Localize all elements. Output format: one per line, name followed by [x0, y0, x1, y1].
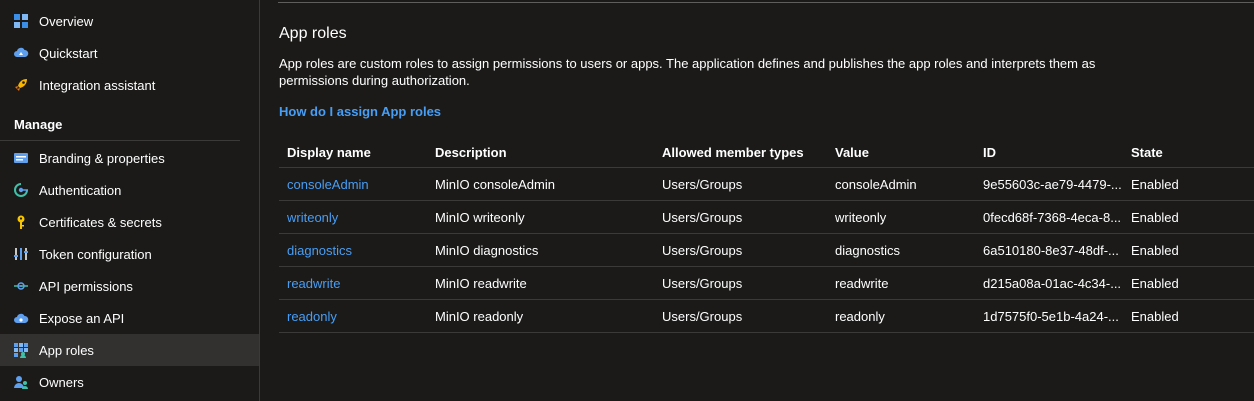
role-state: Enabled: [1131, 176, 1179, 192]
column-header-value[interactable]: Value: [835, 138, 975, 167]
sidebar-item-quickstart[interactable]: Quickstart: [0, 37, 259, 69]
column-header-display-name[interactable]: Display name: [287, 138, 427, 167]
sidebar-nav: Overview Quickstart Integration assistan…: [0, 0, 259, 401]
role-description: MinIO consoleAdmin: [435, 176, 555, 192]
key-icon: [13, 214, 29, 230]
role-value: writeonly: [835, 209, 887, 225]
sidebar-item-label: Quickstart: [39, 45, 98, 61]
sidebar-item-label: Authentication: [39, 182, 122, 198]
role-value: readonly: [835, 308, 885, 324]
owners-icon: [13, 374, 29, 390]
header-divider: [278, 2, 1254, 3]
role-display-name-link[interactable]: diagnostics: [287, 234, 427, 266]
role-description: MinIO diagnostics: [435, 242, 539, 258]
role-value: consoleAdmin: [835, 176, 917, 192]
column-header-id[interactable]: ID: [983, 138, 1123, 167]
sidebar-divider: [259, 0, 260, 401]
role-member-types: Users/Groups: [662, 308, 743, 324]
sidebar-item-certificates-secrets[interactable]: Certificates & secrets: [0, 206, 259, 238]
sidebar-item-api-permissions[interactable]: API permissions: [0, 270, 259, 302]
help-link-assign-app-roles[interactable]: How do I assign App roles: [279, 104, 441, 119]
role-id: 0fecd68f-7368-4eca-8...: [983, 209, 1122, 225]
role-description: MinIO readwrite: [435, 275, 527, 291]
sidebar-item-branding[interactable]: Branding & properties: [0, 142, 259, 174]
role-state: Enabled: [1131, 308, 1179, 324]
role-description: MinIO writeonly: [435, 209, 525, 225]
page-title: App roles: [279, 25, 347, 42]
role-id: 6a510180-8e37-48df-...: [983, 242, 1119, 258]
sidebar-section-divider: [0, 140, 240, 141]
column-header-description[interactable]: Description: [435, 138, 655, 167]
sidebar-item-token-configuration[interactable]: Token configuration: [0, 238, 259, 270]
role-value: diagnostics: [835, 242, 901, 258]
cloud-api-icon: [13, 310, 29, 326]
overview-grid-icon: [13, 13, 29, 29]
sidebar-item-label: Branding & properties: [39, 150, 165, 166]
column-header-state[interactable]: State: [1131, 138, 1251, 167]
rocket-icon: [13, 77, 29, 93]
role-display-name-link[interactable]: readonly: [287, 300, 427, 332]
role-value: readwrite: [835, 275, 889, 291]
role-member-types: Users/Groups: [662, 275, 743, 291]
branding-icon: [13, 150, 29, 166]
role-display-name-link[interactable]: consoleAdmin: [287, 168, 427, 200]
authentication-icon: [13, 182, 29, 198]
sidebar-item-label: Token configuration: [39, 246, 152, 262]
sidebar-item-label: Expose an API: [39, 310, 125, 326]
sidebar-item-label: Certificates & secrets: [39, 214, 162, 230]
table-row[interactable]: readwrite MinIO readwrite Users/Groups r…: [279, 267, 1254, 300]
token-bars-icon: [13, 246, 29, 262]
role-display-name-link[interactable]: readwrite: [287, 267, 427, 299]
page-description: App roles are custom roles to assign per…: [279, 56, 1096, 88]
table-row[interactable]: diagnostics MinIO diagnostics Users/Grou…: [279, 234, 1254, 267]
role-id: 9e55603c-ae79-4479-...: [983, 176, 1122, 192]
role-display-name-link[interactable]: writeonly: [287, 201, 427, 233]
role-state: Enabled: [1131, 209, 1179, 225]
role-member-types: Users/Groups: [662, 242, 743, 258]
role-state: Enabled: [1131, 242, 1179, 258]
role-member-types: Users/Groups: [662, 176, 743, 192]
sidebar-section-manage: Manage: [14, 117, 63, 132]
role-id: 1d7575f0-5e1b-4a24-...: [983, 308, 1119, 324]
sidebar-item-label: Owners: [39, 374, 84, 390]
sidebar-item-integration-assistant[interactable]: Integration assistant: [0, 69, 259, 101]
table-header-row: Display name Description Allowed member …: [279, 138, 1254, 168]
app-roles-table: Display name Description Allowed member …: [279, 138, 1254, 333]
role-state: Enabled: [1131, 275, 1179, 291]
api-permissions-icon: [13, 278, 29, 294]
sidebar-item-authentication[interactable]: Authentication: [0, 174, 259, 206]
sidebar-item-label: App roles: [39, 342, 94, 358]
sidebar-item-label: Integration assistant: [39, 77, 156, 93]
column-header-allowed-member-types[interactable]: Allowed member types: [662, 138, 827, 167]
sidebar-item-overview[interactable]: Overview: [0, 5, 259, 37]
sidebar-item-label: API permissions: [39, 278, 133, 294]
sidebar-item-label: Overview: [39, 13, 94, 29]
role-id: d215a08a-01ac-4c34-...: [983, 275, 1122, 291]
table-row[interactable]: consoleAdmin MinIO consoleAdmin Users/Gr…: [279, 168, 1254, 201]
role-member-types: Users/Groups: [662, 209, 743, 225]
sidebar-item-owners[interactable]: Owners: [0, 366, 259, 398]
quickstart-cloud-icon: [13, 45, 29, 61]
app-roles-icon: [13, 342, 29, 358]
sidebar-item-expose-api[interactable]: Expose an API: [0, 302, 259, 334]
table-row[interactable]: writeonly MinIO writeonly Users/Groups w…: [279, 201, 1254, 234]
role-description: MinIO readonly: [435, 308, 524, 324]
table-row[interactable]: readonly MinIO readonly Users/Groups rea…: [279, 300, 1254, 333]
sidebar-item-app-roles[interactable]: App roles: [0, 334, 259, 366]
